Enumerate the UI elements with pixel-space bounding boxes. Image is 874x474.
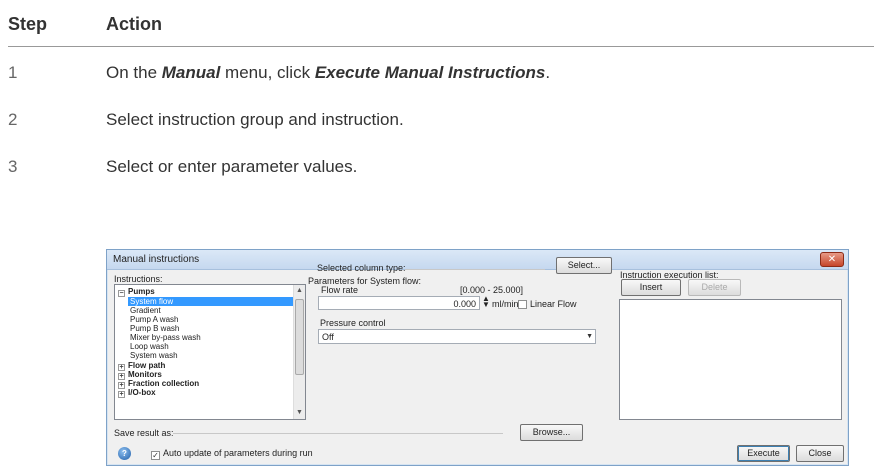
flow-rate-range: [0.000 - 25.000] [460, 285, 524, 295]
tree-group-io-box[interactable]: + I/O-box [118, 388, 156, 398]
tree-item-mixer-bypass-wash[interactable]: Mixer by-pass wash [130, 333, 201, 342]
tree-item-pump-b-wash[interactable]: Pump B wash [130, 324, 179, 333]
execute-button[interactable]: Execute [737, 445, 790, 462]
dialog-titlebar: Manual instructions ✕ [107, 250, 848, 270]
action-column-header: Action [106, 14, 162, 34]
step-text: On the Manual menu, click Execute Manual… [106, 63, 551, 82]
step-number: 2 [8, 110, 18, 129]
selected-column-type-label: Selected column type: [317, 263, 406, 273]
step-row-1: 1 On the Manual menu, click Execute Manu… [8, 63, 874, 87]
chevron-down-icon: ▼ [586, 333, 593, 340]
flow-rate-spin-icon[interactable]: ▲ ▼ [482, 295, 490, 309]
scroll-thumb[interactable] [295, 299, 304, 375]
save-result-label: Save result as: [114, 428, 174, 438]
tree-group-monitors[interactable]: + Monitors [118, 370, 162, 380]
browse-button[interactable]: Browse... [520, 424, 583, 441]
step-text: Select instruction group and instruction… [106, 110, 404, 129]
collapse-icon[interactable]: − [118, 290, 125, 297]
instructions-tree[interactable]: − Pumps System flow Gradient Pump A wash … [114, 284, 306, 420]
step-text: Select or enter parameter values. [106, 157, 358, 176]
delete-button[interactable]: Delete [688, 279, 741, 296]
pressure-control-select[interactable]: Off ▼ [318, 329, 596, 344]
close-button[interactable]: Close [796, 445, 844, 462]
linear-flow-checkbox[interactable]: Linear Flow [518, 299, 577, 309]
execution-list[interactable] [619, 299, 842, 420]
step-column-header: Step [8, 14, 48, 34]
step-number: 3 [8, 157, 18, 176]
column-type-value-line [405, 269, 545, 270]
checkbox-checked-icon[interactable]: ✓ [151, 451, 160, 460]
tree-item-gradient[interactable]: Gradient [130, 306, 161, 315]
step-number: 1 [8, 63, 18, 82]
tree-group-pumps[interactable]: − Pumps [118, 287, 155, 297]
help-icon[interactable]: ? [118, 447, 131, 460]
tree-group-fraction-collection[interactable]: + Fraction collection [118, 379, 199, 389]
tree-group-flow-path[interactable]: + Flow path [118, 361, 165, 371]
scroll-up-icon[interactable]: ▲ [294, 285, 305, 297]
flow-rate-label: Flow rate [321, 285, 359, 295]
header-divider [8, 46, 874, 47]
flow-rate-unit: ml/min [492, 299, 519, 309]
tree-item-system-flow[interactable]: System flow [128, 297, 296, 306]
tree-item-loop-wash[interactable]: Loop wash [130, 342, 169, 351]
insert-button[interactable]: Insert [621, 279, 681, 296]
pressure-control-value: Off [322, 332, 334, 342]
checkbox-icon[interactable] [518, 300, 527, 309]
step-row-2: 2 Select instruction group and instructi… [8, 110, 874, 134]
scroll-down-icon[interactable]: ▼ [294, 407, 305, 419]
instructions-label: Instructions: [114, 274, 163, 284]
save-result-line [173, 433, 503, 434]
select-column-button[interactable]: Select... [556, 257, 612, 274]
manual-instructions-dialog: Manual instructions ✕ Instructions: − Pum… [106, 249, 849, 466]
flow-rate-input[interactable]: 0.000 [318, 296, 480, 310]
tree-scrollbar[interactable]: ▲ ▼ [293, 285, 305, 419]
flow-rate-value: 0.000 [453, 299, 476, 309]
close-window-button[interactable]: ✕ [820, 252, 844, 267]
step-action-header: Step Action [8, 8, 874, 48]
dialog-title: Manual instructions [113, 254, 200, 265]
auto-update-checkbox[interactable]: ✓ Auto update of parameters during run [151, 448, 313, 460]
pressure-control-label: Pressure control [320, 318, 386, 328]
expand-icon[interactable]: + [118, 391, 125, 398]
tree-item-system-wash[interactable]: System wash [130, 351, 178, 360]
tree-item-pump-a-wash[interactable]: Pump A wash [130, 315, 178, 324]
step-row-3: 3 Select or enter parameter values. [8, 157, 874, 181]
